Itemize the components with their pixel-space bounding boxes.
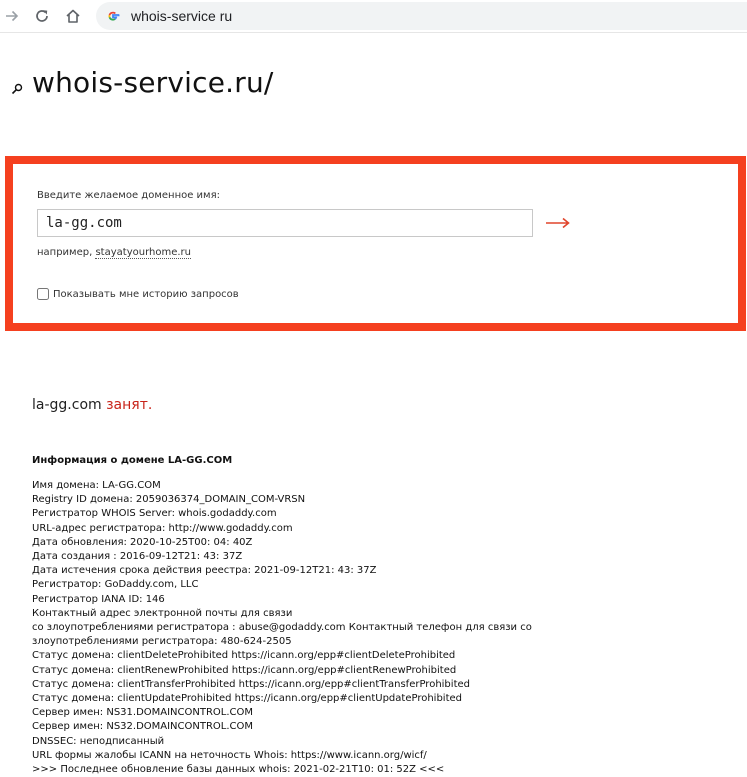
whois-line: Сервер имен: NS31.DOMAINCONTROL.COM <box>32 707 254 719</box>
whois-line: URL формы жалобы ICANN на неточность Who… <box>32 749 427 761</box>
whois-line: URL-адрес регистратора: http://www.godad… <box>32 522 293 534</box>
domain-status: la-gg.com занят. <box>32 397 152 413</box>
status-domain: la-gg.com <box>32 397 102 413</box>
domain-input-label: Введите желаемое доменное имя: <box>37 190 220 201</box>
domain-search-panel: Введите желаемое доменное имя: например,… <box>5 156 746 331</box>
whois-line: Дата истечения срока действия реестра: 2… <box>32 565 377 577</box>
whois-line: Контактный адрес электронной почты для с… <box>32 607 293 619</box>
whois-line: злоупотреблениями регистратора: 480-624-… <box>32 636 292 648</box>
history-label: Показывать мне историю запросов <box>53 288 239 300</box>
browser-toolbar: whois-service ru <box>0 0 747 33</box>
whois-line: DNSSEC: неподписанный <box>32 735 165 747</box>
whois-line: Дата обновления: 2020-10-25T00: 04: 40Z <box>32 536 253 548</box>
whois-line: Статус домена: clientUpdateProhibited ht… <box>32 693 462 705</box>
history-checkbox[interactable] <box>37 288 49 300</box>
whois-line: со злоупотреблениями регистратора : abus… <box>32 622 532 634</box>
whois-line: Статус домена: clientRenewProhibited htt… <box>32 664 457 676</box>
history-toggle[interactable]: Показывать мне историю запросов <box>37 288 239 300</box>
whois-line: Статус домена: clientTransferProhibited … <box>32 678 470 690</box>
example-hint: например, stayatyourhome.ru <box>37 247 191 259</box>
address-bar[interactable]: whois-service ru <box>96 2 747 30</box>
reload-icon[interactable] <box>30 4 54 28</box>
google-g-icon <box>106 9 120 23</box>
submit-arrow-icon[interactable] <box>545 211 571 235</box>
address-text[interactable]: whois-service ru <box>131 8 232 24</box>
example-prefix: например, <box>37 247 93 258</box>
magnifier-logo-icon <box>11 80 23 95</box>
forward-arrow-icon[interactable] <box>0 4 24 28</box>
example-domain-link[interactable]: stayatyourhome.ru <box>95 247 191 259</box>
whois-line: Имя домена: LA-GG.COM <box>32 480 161 491</box>
whois-line: Регистратор WHOIS Server: whois.godaddy.… <box>32 508 277 520</box>
whois-line: Регистратор: GoDaddy.com, LLC <box>32 579 199 591</box>
domain-info-heading: Информация о домене LA-GG.COM <box>32 455 233 466</box>
domain-input[interactable] <box>37 209 533 237</box>
whois-line: Регистратор IANA ID: 146 <box>32 593 165 605</box>
whois-line: Статус домена: clientDeleteProhibited ht… <box>32 650 456 662</box>
whois-record: Имя домена: LA-GG.COM Registry ID домена:… <box>32 479 532 777</box>
status-busy: занят. <box>106 397 153 413</box>
page-title[interactable]: whois-service.ru/ <box>32 66 274 99</box>
whois-line: Registry ID домена: 2059036374_DOMAIN_CO… <box>32 494 306 506</box>
whois-line: Дата создания : 2016-09-12T21: 43: 37Z <box>32 551 243 563</box>
whois-line: Сервер имен: NS32.DOMAINCONTROL.COM <box>32 721 254 733</box>
home-icon[interactable] <box>61 4 85 28</box>
whois-line: >>> Последнее обновление базы данных who… <box>32 764 445 776</box>
